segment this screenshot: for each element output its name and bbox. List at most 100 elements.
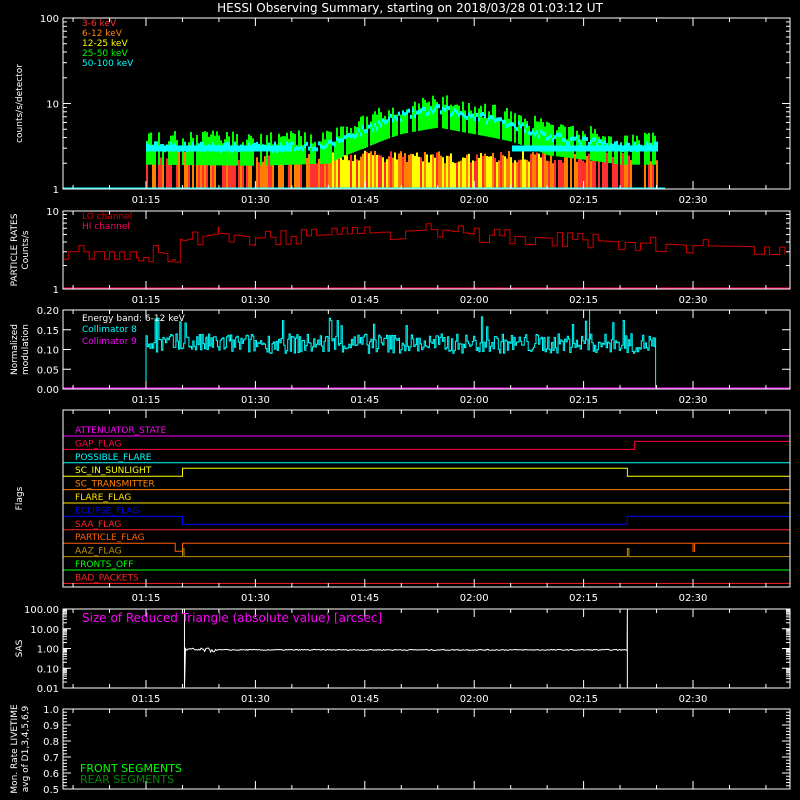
y-tick-label: 1.00 (37, 645, 59, 656)
band-bar (526, 123, 528, 128)
band-bar (190, 145, 192, 152)
x-tick-label: 01:30 (241, 195, 270, 206)
band-bar (452, 106, 454, 131)
band-bar (252, 145, 254, 152)
band-bar (392, 118, 394, 123)
band-bar (534, 145, 536, 152)
band-bar (520, 159, 522, 189)
band-bar (530, 153, 532, 189)
band-bar (322, 160, 324, 189)
band-bar (388, 117, 390, 122)
band-bar (452, 162, 454, 189)
band-bar (516, 145, 518, 152)
band-bar (340, 156, 342, 189)
band-bar (342, 159, 344, 189)
y-tick-label: 0.10 (37, 664, 59, 675)
band-bar (514, 160, 516, 189)
band-bar (564, 154, 566, 189)
band-bar (428, 111, 430, 116)
band-bar (200, 145, 202, 152)
band-bar (194, 145, 196, 152)
legend-entry: 25-50 keV (82, 49, 128, 59)
band-bar (400, 117, 402, 122)
band-bar (366, 129, 368, 134)
band-bar (184, 145, 186, 152)
band-bar (236, 145, 238, 152)
band-bar (434, 157, 436, 189)
band-bar (654, 141, 656, 146)
band-bar (428, 101, 430, 130)
band-bar (154, 145, 156, 152)
flag-label: PARTICLE_FLAG (75, 533, 145, 543)
x-tick-label: 02:00 (460, 694, 489, 705)
band-bar (478, 117, 480, 122)
band-bar (566, 145, 568, 152)
band-bar (604, 145, 606, 152)
band-bar (446, 155, 448, 189)
band-bar (438, 151, 440, 189)
band-bar (512, 162, 514, 189)
band-bar (430, 154, 432, 189)
flag-label: ECLIPSE_FLAG (75, 506, 139, 516)
band-bar (412, 108, 414, 113)
band-bar (494, 157, 496, 189)
band-bar (522, 151, 524, 189)
band-bar (656, 145, 658, 152)
flag-line (63, 440, 790, 450)
band-bar (614, 160, 616, 189)
band-bar (504, 156, 506, 189)
band-bar (348, 160, 350, 189)
band-bar (550, 145, 552, 152)
band-bar (418, 103, 420, 131)
band-bar (508, 150, 510, 189)
band-bar (298, 146, 300, 151)
band-bar (162, 145, 164, 152)
band-bar (386, 159, 388, 189)
band-bar (652, 145, 654, 152)
band-bar (328, 131, 330, 164)
band-bar (336, 127, 338, 160)
band-bar (564, 145, 566, 152)
band-bar (590, 145, 592, 152)
band-bar (496, 117, 498, 122)
band-bar (344, 135, 346, 140)
band-bar (570, 126, 572, 159)
band-bar (380, 155, 382, 189)
band-bar (562, 145, 564, 152)
x-tick-label: 01:15 (132, 694, 161, 705)
chart-title: HESSI Observing Summary, starting on 201… (217, 1, 603, 15)
energy-band-label: Energy band: 6-12 keV (82, 314, 186, 324)
legend-entry: REAR SEGMENTS (80, 773, 174, 786)
band-bar (396, 159, 398, 189)
band-bar (160, 145, 162, 152)
band-bar (516, 162, 518, 189)
band-bar (448, 106, 450, 111)
band-bar (524, 159, 526, 189)
y-tick-label: 0.20 (37, 306, 59, 317)
band-bar (212, 145, 214, 152)
band-bar (528, 145, 530, 152)
band-bar (528, 130, 530, 135)
band-bar (222, 145, 224, 152)
band-bar (536, 145, 538, 152)
band-bar (600, 145, 602, 152)
band-bar (500, 117, 502, 122)
band-bar (596, 145, 598, 152)
band-bar (604, 161, 606, 189)
band-bar (216, 145, 218, 152)
band-bar (514, 145, 516, 152)
band-bar (586, 137, 588, 142)
y-axis-label: Flags (15, 486, 25, 510)
band-bar (390, 151, 392, 189)
band-bar (450, 104, 452, 130)
band-bar (294, 147, 296, 152)
band-bar (300, 136, 302, 165)
band-bar (656, 141, 658, 146)
band-bar (558, 126, 560, 157)
band-bar (558, 145, 560, 152)
band-bar (518, 115, 520, 145)
band-bar (468, 112, 470, 117)
band-bar (158, 145, 160, 152)
band-bar (412, 154, 414, 189)
band-bar (512, 122, 514, 127)
